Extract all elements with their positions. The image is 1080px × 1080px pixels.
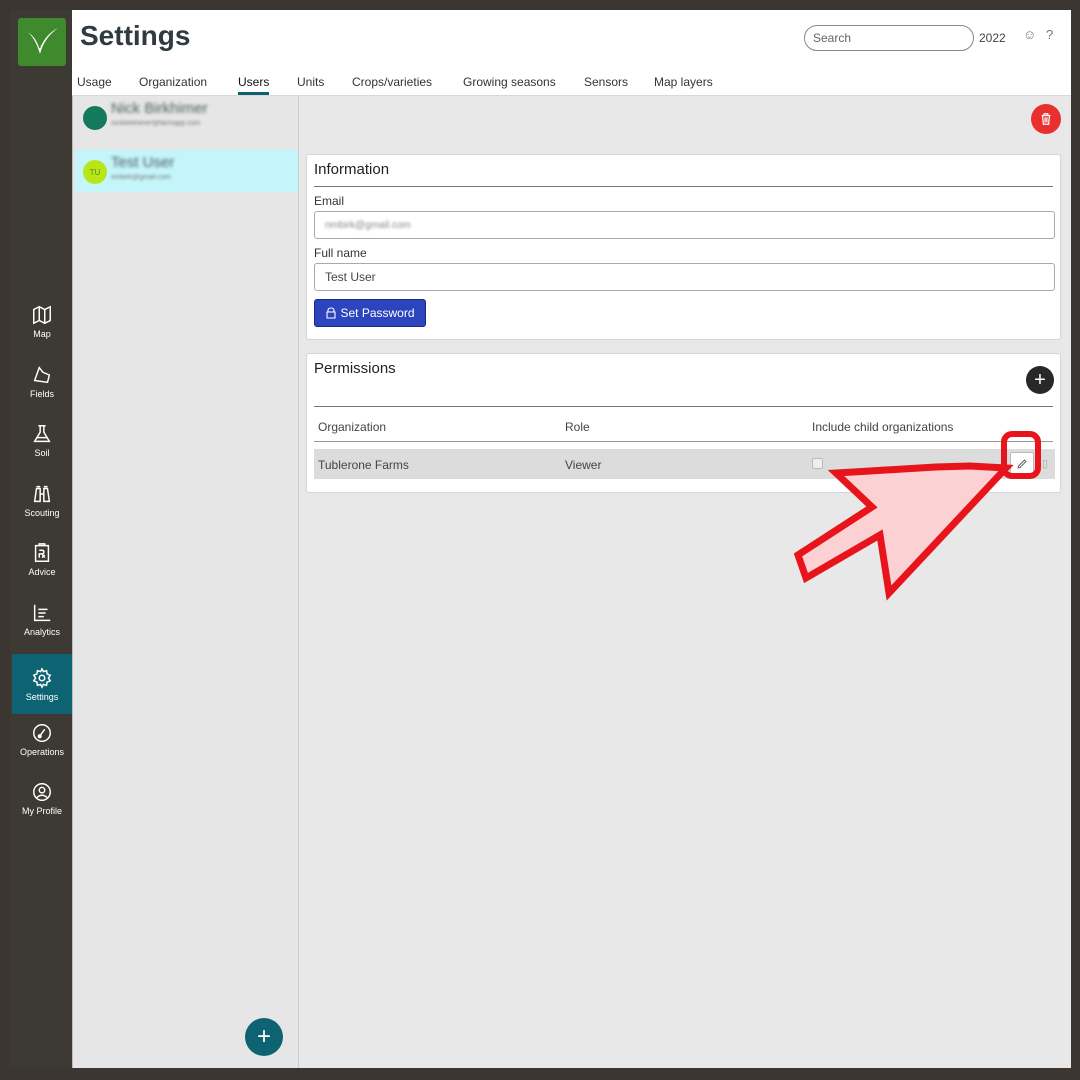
gear-icon: [32, 666, 52, 689]
tab-growing-seasons[interactable]: Growing seasons: [463, 75, 556, 89]
tab-crops-varieties[interactable]: Crops/varieties: [352, 75, 432, 89]
user-email: nmbirk@gmail.com: [111, 174, 172, 181]
map-icon: [33, 305, 51, 324]
side-nav: Map Fields Soil Scouting Advice Analytic…: [10, 10, 72, 1068]
tab-map-layers[interactable]: Map layers: [654, 75, 713, 89]
email-label: Email: [314, 194, 345, 208]
edit-permission-button[interactable]: [1010, 452, 1034, 476]
nav-operations[interactable]: Operations: [12, 711, 72, 767]
gauge-icon: [33, 723, 51, 742]
user-name: Nick Birkhimer: [111, 100, 208, 117]
fullname-field[interactable]: Test User: [314, 263, 1055, 291]
feedback-smiley-icon[interactable]: ☺: [1023, 27, 1036, 42]
avatar: [83, 106, 107, 130]
user-list-item[interactable]: Nick Birkhimer nickbirkhimer@farmapp.com: [75, 96, 298, 138]
nav-label: Map: [33, 328, 51, 339]
nav-label: Advice: [28, 566, 56, 577]
app-logo[interactable]: [18, 18, 66, 66]
user-name: Test User: [111, 154, 175, 171]
user-list-item-selected[interactable]: TU Test User nmbirk@gmail.com: [75, 150, 298, 192]
fullname-value: Test User: [325, 270, 376, 284]
nav-label: Settings: [25, 691, 59, 702]
column-header-role: Role: [565, 420, 590, 434]
divider: [314, 186, 1053, 187]
permissions-card: Permissions + Organization Role Include …: [306, 353, 1061, 493]
profile-icon: [33, 782, 51, 801]
avatar: TU: [83, 160, 107, 184]
nav-label: Analytics: [23, 626, 60, 637]
page-title: Settings: [80, 20, 191, 51]
lock-icon: [326, 307, 337, 319]
nav-scouting[interactable]: Scouting: [12, 472, 72, 528]
nav-label: Soil: [34, 447, 50, 458]
column-header-organization: Organization: [318, 420, 387, 434]
nav-soil[interactable]: Soil: [12, 412, 72, 468]
divider: [314, 406, 1053, 407]
information-card: Information Email nmbirk@gmail.com Full …: [306, 154, 1061, 340]
leaf-logo-icon: [28, 28, 58, 54]
divider: [314, 441, 1053, 442]
set-password-button[interactable]: Set Password: [314, 299, 426, 327]
set-password-label: Set Password: [340, 306, 415, 320]
tab-units[interactable]: Units: [297, 75, 324, 89]
nav-label: My Profile: [21, 805, 62, 816]
flask-icon: [33, 424, 51, 442]
app-window: Map Fields Soil Scouting Advice Analytic…: [10, 10, 1071, 1068]
delete-permission-icon[interactable]: ▯: [1042, 457, 1048, 470]
nav-settings[interactable]: Settings: [12, 654, 72, 714]
column-header-include-children: Include child organizations: [812, 420, 954, 434]
user-details: Information Email nmbirk@gmail.com Full …: [299, 96, 1071, 1068]
information-title: Information: [314, 161, 390, 178]
nav-fields[interactable]: Fields: [12, 353, 72, 409]
settings-tabs: Usage Organization Users Units Crops/var…: [72, 68, 1071, 96]
add-permission-button[interactable]: +: [1026, 366, 1054, 394]
chart-icon: [33, 604, 51, 621]
delete-user-button[interactable]: [1031, 104, 1061, 134]
nav-map[interactable]: Map: [12, 293, 72, 349]
binoculars-icon: [33, 485, 51, 502]
permissions-title: Permissions: [314, 360, 396, 377]
tab-users[interactable]: Users: [238, 75, 270, 95]
tab-sensors[interactable]: Sensors: [584, 75, 628, 89]
email-field[interactable]: nmbirk@gmail.com: [314, 211, 1055, 239]
table-row: Tublerone Farms Viewer ▯: [314, 449, 1055, 479]
tab-organization[interactable]: Organization: [139, 75, 207, 89]
nav-label: Scouting: [24, 507, 60, 518]
nav-advice[interactable]: Advice: [12, 531, 72, 587]
fullname-label: Full name: [314, 246, 367, 260]
help-icon[interactable]: ?: [1046, 27, 1053, 42]
trash-icon: [1041, 113, 1051, 125]
year-selector[interactable]: 2022: [979, 31, 1006, 45]
include-children-checkbox[interactable]: [812, 458, 823, 469]
nav-label: Operations: [19, 746, 65, 757]
fields-icon: [33, 365, 51, 383]
nav-my-profile[interactable]: My Profile: [12, 770, 72, 826]
user-email: nickbirkhimer@farmapp.com: [111, 120, 201, 127]
nav-label: Fields: [29, 388, 54, 399]
email-value: nmbirk@gmail.com: [325, 219, 411, 231]
organization-cell: Tublerone Farms: [318, 458, 409, 472]
search-input[interactable]: Search: [804, 25, 974, 51]
role-cell: Viewer: [565, 458, 602, 472]
prescription-icon: [34, 542, 50, 562]
tab-usage[interactable]: Usage: [77, 75, 112, 89]
pencil-icon: [1017, 459, 1027, 469]
add-user-button[interactable]: +: [245, 1018, 283, 1056]
user-list: Nick Birkhimer nickbirkhimer@farmapp.com…: [72, 96, 299, 1068]
nav-analytics[interactable]: Analytics: [12, 591, 72, 647]
